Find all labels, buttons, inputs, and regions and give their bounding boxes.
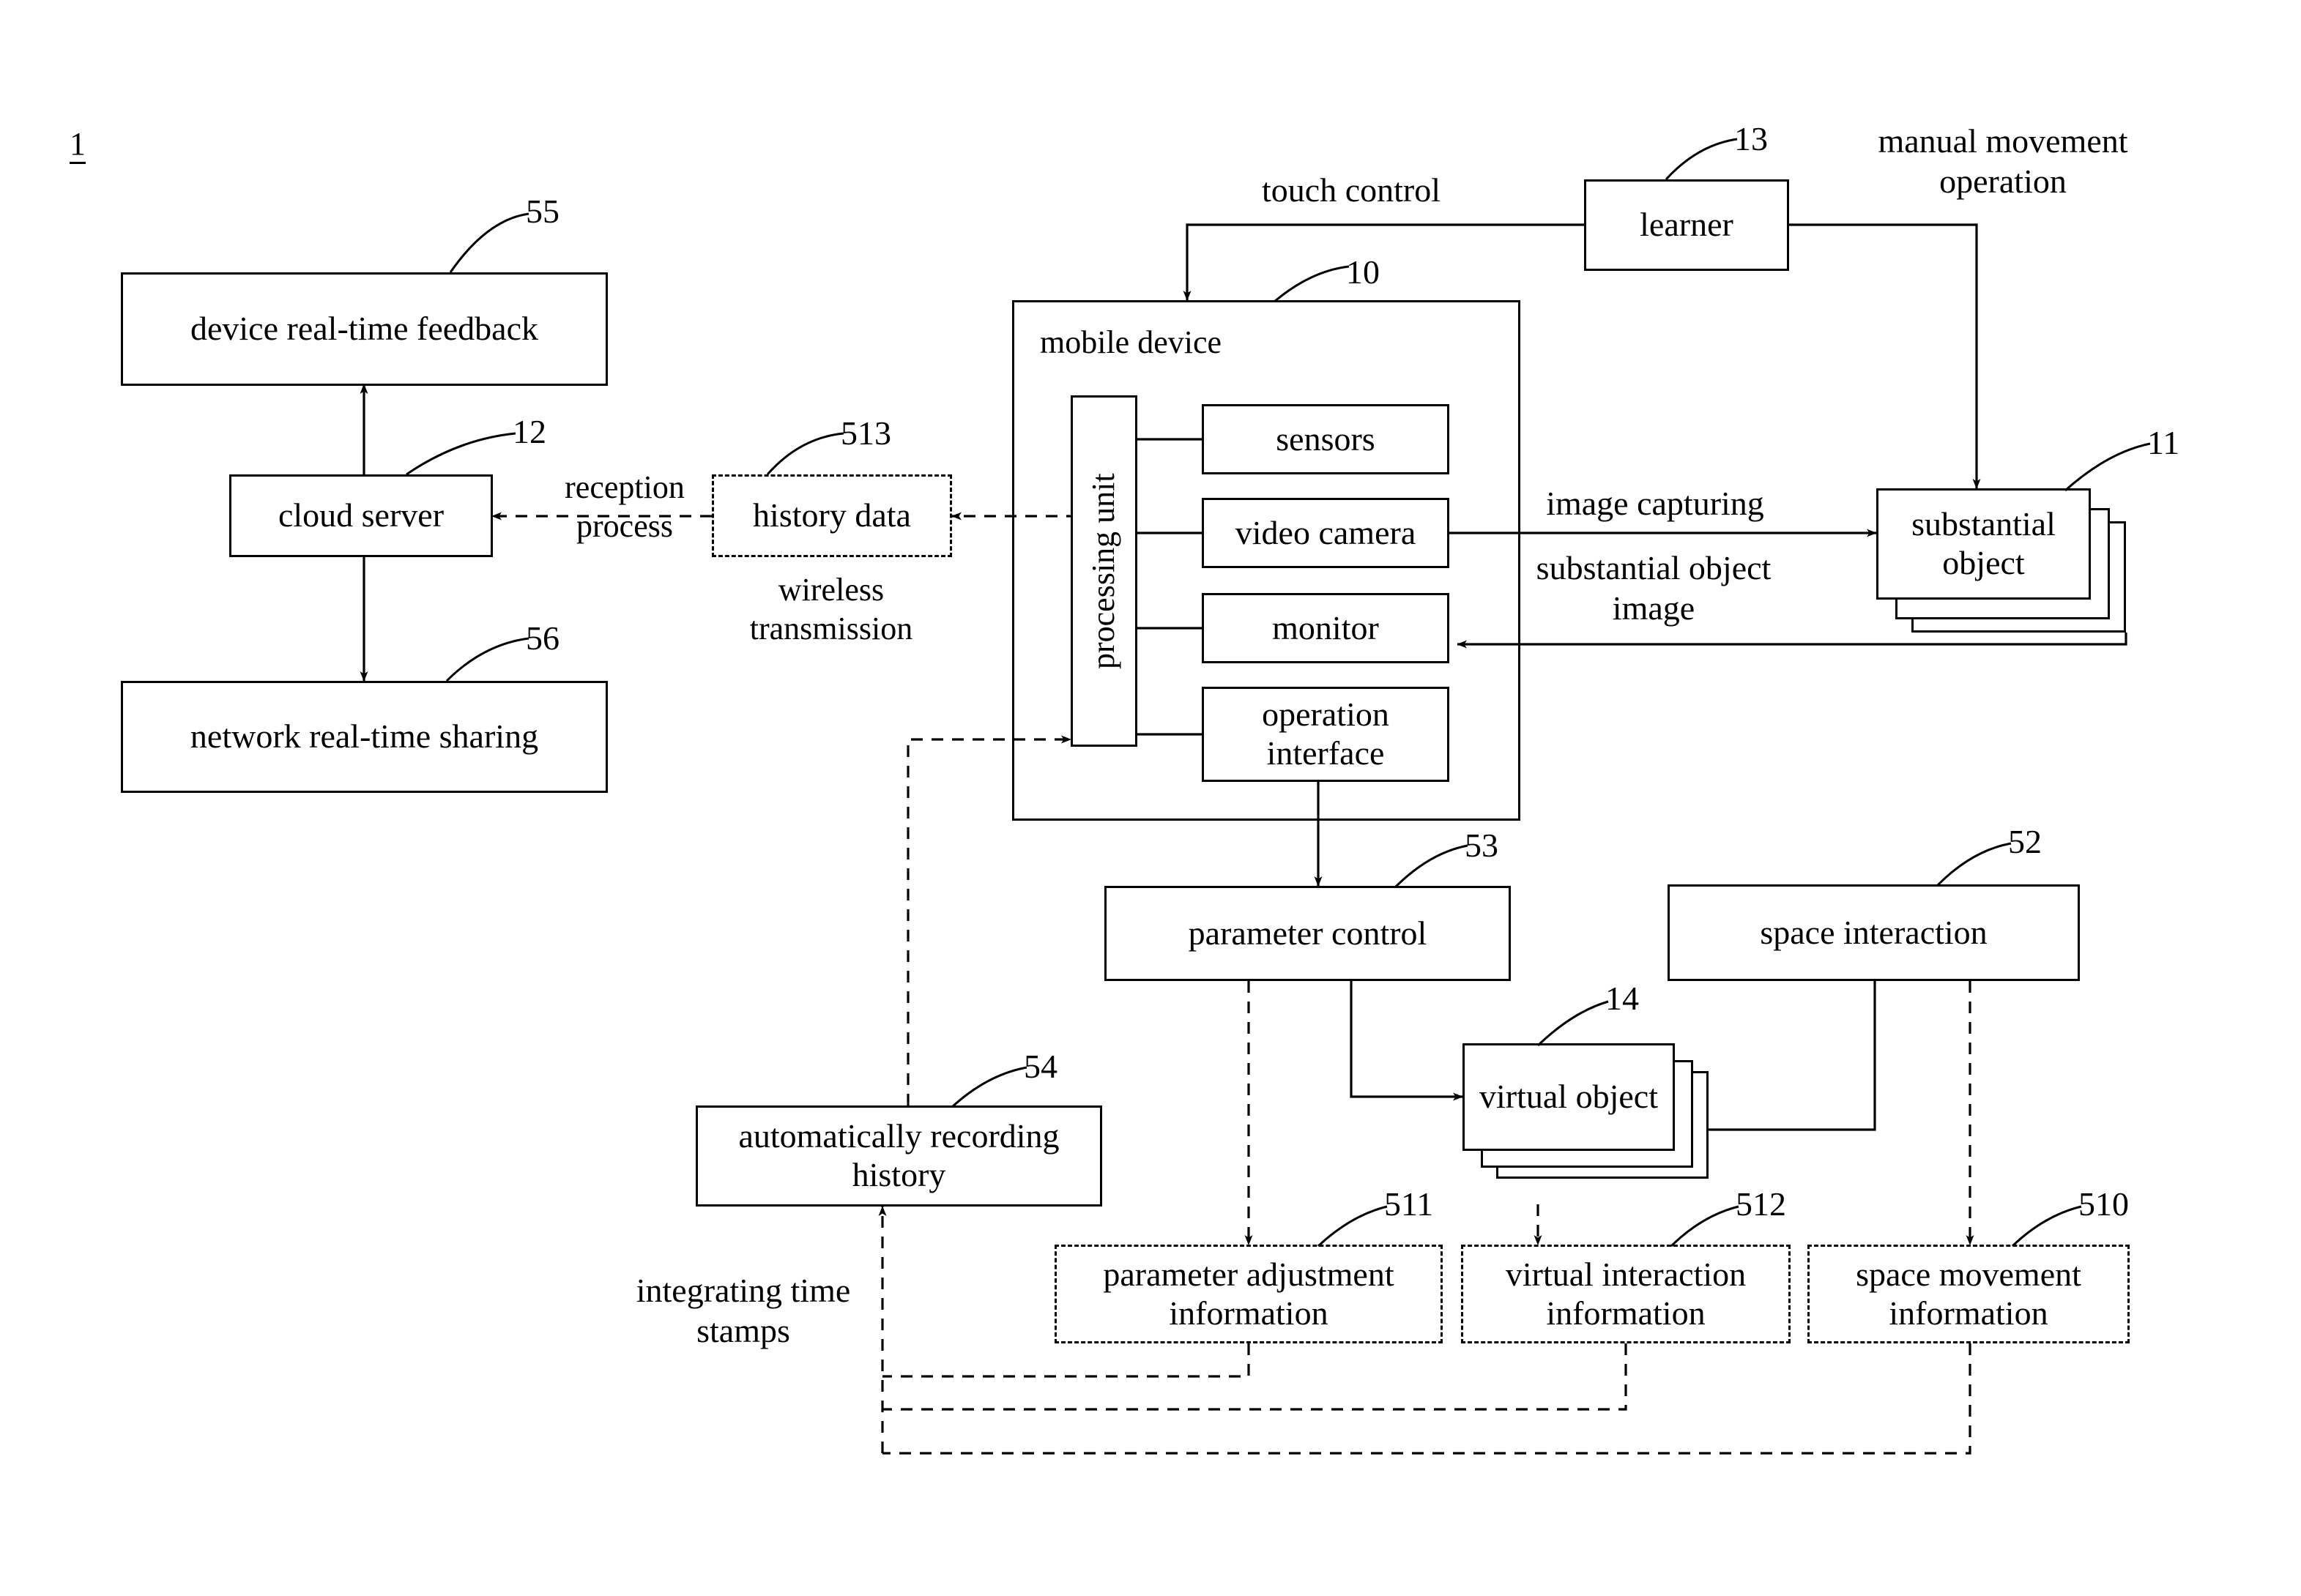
block-video-camera: video camera bbox=[1202, 498, 1449, 568]
block-substantial-object: substantial object bbox=[1876, 488, 2091, 600]
edge-label-substantial-object-image: substantial object image bbox=[1536, 549, 1772, 627]
block-label: automatically recording history bbox=[738, 1117, 1060, 1193]
block-label: operation interface bbox=[1262, 696, 1389, 772]
figure-canvas: 1 device real-time feedback 55 cloud ser… bbox=[0, 0, 2301, 1596]
ref-14: 14 bbox=[1605, 980, 1639, 1017]
edge-label-wireless-transmission: wireless transmission bbox=[749, 572, 913, 646]
block-operation-interface: operation interface bbox=[1202, 687, 1449, 782]
edge-label-manual-movement-operation: manual movement operation bbox=[1878, 122, 2128, 201]
block-label: device real-time feedback bbox=[190, 310, 539, 348]
block-learner: learner bbox=[1584, 179, 1789, 271]
block-label: monitor bbox=[1272, 608, 1379, 646]
block-processing-unit: processing unit bbox=[1071, 395, 1137, 747]
block-label: network real-time sharing bbox=[190, 717, 539, 756]
block-sensors: sensors bbox=[1202, 404, 1449, 474]
block-virtual-object: virtual object bbox=[1462, 1043, 1675, 1151]
block-label: virtual object bbox=[1479, 1078, 1658, 1116]
wire-511-return bbox=[882, 1343, 1250, 1378]
edge-label-integrating-time-stamps: integrating time stamps bbox=[636, 1272, 851, 1350]
block-label: space interaction bbox=[1760, 913, 1988, 951]
ref-52: 52 bbox=[2008, 823, 2042, 860]
block-label: cloud server bbox=[278, 496, 445, 534]
block-label: learner bbox=[1640, 206, 1733, 244]
block-label: processing unit bbox=[1085, 473, 1122, 669]
block-space-interaction: space interaction bbox=[1668, 884, 2080, 981]
block-monitor: monitor bbox=[1202, 593, 1449, 663]
block-network-real-time-sharing: network real-time sharing bbox=[121, 681, 608, 793]
block-virtual-interaction-information: virtual interaction information bbox=[1461, 1245, 1791, 1343]
block-label: sensors bbox=[1276, 419, 1375, 458]
block-history-data: history data bbox=[712, 474, 952, 557]
ref-11: 11 bbox=[2147, 424, 2180, 461]
block-label: parameter adjustment information bbox=[1103, 1255, 1394, 1332]
block-device-real-time-feedback: device real-time feedback bbox=[121, 272, 608, 386]
block-parameter-control: parameter control bbox=[1104, 886, 1511, 981]
block-parameter-adjustment-information: parameter adjustment information bbox=[1055, 1245, 1443, 1343]
ref-510: 510 bbox=[2078, 1185, 2129, 1223]
block-label: video camera bbox=[1235, 513, 1416, 551]
block-space-movement-information: space movement information bbox=[1807, 1245, 2130, 1343]
ref-513: 513 bbox=[841, 414, 891, 452]
ref-53: 53 bbox=[1465, 827, 1498, 864]
edge-label-touch-control: touch control bbox=[1262, 171, 1441, 209]
ref-54: 54 bbox=[1024, 1048, 1057, 1085]
wire-learner-manual-movement bbox=[1788, 223, 1981, 489]
wire-parameter-control-to-virtual-object bbox=[1350, 981, 1463, 1101]
ref-12: 12 bbox=[513, 413, 546, 450]
figure-id: 1 bbox=[70, 128, 86, 164]
block-label: history data bbox=[753, 496, 911, 534]
ref-55: 55 bbox=[526, 193, 560, 230]
ref-13: 13 bbox=[1734, 120, 1768, 157]
block-label: space movement information bbox=[1856, 1255, 2081, 1332]
ref-10: 10 bbox=[1346, 253, 1380, 291]
edge-label-reception-process: reception process bbox=[565, 469, 685, 544]
block-automatically-recording-history: automatically recording history bbox=[696, 1105, 1102, 1207]
ref-512: 512 bbox=[1736, 1185, 1786, 1223]
block-label: parameter control bbox=[1188, 914, 1427, 952]
ref-56: 56 bbox=[526, 619, 560, 657]
wire-substantial-object-image-to-monitor bbox=[1457, 633, 2127, 649]
wire-learner-touch-control bbox=[1183, 223, 1584, 301]
block-label: substantial object bbox=[1911, 505, 2056, 581]
block-label: virtual interaction information bbox=[1505, 1255, 1747, 1332]
edge-label-image-capturing: image capturing bbox=[1546, 485, 1764, 522]
mobile-device-title: mobile device bbox=[1040, 324, 1222, 360]
ref-511: 511 bbox=[1384, 1185, 1434, 1223]
wire-510-return bbox=[882, 1343, 1971, 1455]
block-cloud-server: cloud server bbox=[229, 474, 493, 557]
wire-512-return bbox=[882, 1343, 1627, 1411]
